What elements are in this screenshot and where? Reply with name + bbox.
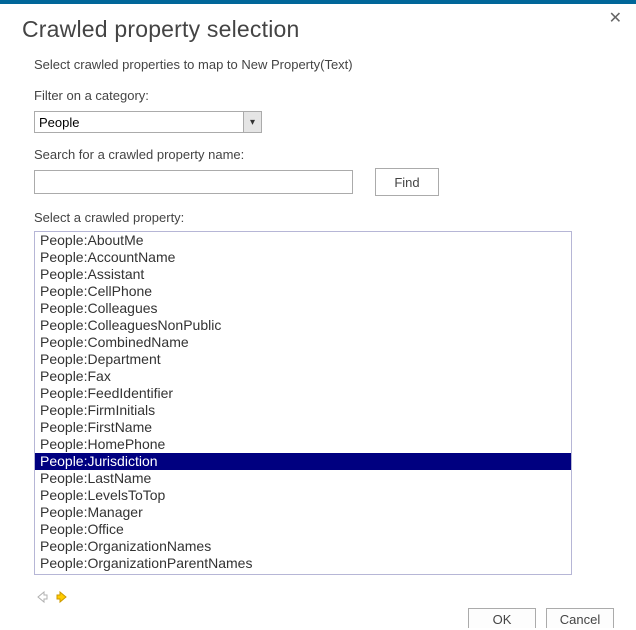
list-item[interactable]: People:CombinedName xyxy=(35,334,571,351)
list-item[interactable]: People:FirmInitials xyxy=(35,402,571,419)
list-item[interactable]: People:Jurisdiction xyxy=(35,453,571,470)
list-item[interactable]: People:Fax xyxy=(35,368,571,385)
cancel-button[interactable]: Cancel xyxy=(546,608,614,628)
list-item[interactable]: People:Office xyxy=(35,521,571,538)
list-item[interactable]: People:CellPhone xyxy=(35,283,571,300)
arrow-left-icon[interactable] xyxy=(34,589,50,605)
list-item[interactable]: People:FeedIdentifier xyxy=(35,385,571,402)
filter-label: Filter on a category: xyxy=(34,88,602,103)
list-item[interactable]: People:AboutMe xyxy=(35,232,571,249)
ok-button[interactable]: OK xyxy=(468,608,536,628)
find-button[interactable]: Find xyxy=(375,168,439,196)
list-item[interactable]: People:Department xyxy=(35,351,571,368)
list-item[interactable]: People:OrganizationParentNames xyxy=(35,555,571,572)
list-item[interactable]: People:AccountName xyxy=(35,249,571,266)
dialog-subtitle: Select crawled properties to map to New … xyxy=(34,57,602,72)
list-item[interactable]: People:Colleagues xyxy=(35,300,571,317)
dialog-title: Crawled property selection xyxy=(22,16,614,43)
close-icon[interactable]: ✕ xyxy=(609,8,622,28)
list-item[interactable]: People:FirstName xyxy=(35,419,571,436)
list-item[interactable]: People:Assistant xyxy=(35,266,571,283)
list-item[interactable]: People:LastName xyxy=(35,470,571,487)
search-input[interactable] xyxy=(34,170,353,194)
search-label: Search for a crawled property name: xyxy=(34,147,602,162)
list-item[interactable]: People:ColleaguesNonPublic xyxy=(35,317,571,334)
arrow-right-icon[interactable] xyxy=(54,589,70,605)
list-item[interactable]: People:Manager xyxy=(35,504,571,521)
list-item[interactable]: People:HomePhone xyxy=(35,436,571,453)
list-item[interactable]: People:OrganizationNames xyxy=(35,538,571,555)
property-listbox[interactable]: People:AboutMePeople:AccountNamePeople:A… xyxy=(34,231,572,575)
list-label: Select a crawled property: xyxy=(34,210,602,225)
category-select[interactable]: People xyxy=(34,111,262,133)
list-item[interactable]: People:LevelsToTop xyxy=(35,487,571,504)
